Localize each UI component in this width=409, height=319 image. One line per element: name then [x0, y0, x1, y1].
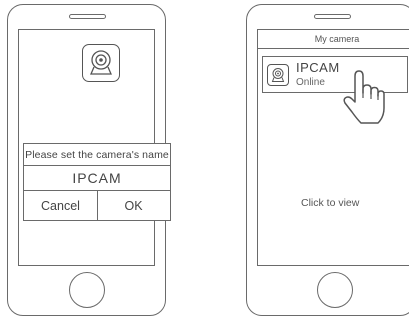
camera-icon [267, 64, 289, 86]
right-phone-home-button[interactable] [317, 272, 353, 308]
app-header: My camera [258, 30, 409, 49]
camera-status: Online [296, 77, 325, 88]
camera-name: IPCAM [296, 60, 340, 75]
click-to-view-hint: Click to view [301, 197, 360, 209]
right-phone: My camera IPCAM Online Click to view [246, 4, 409, 316]
camera-name-input[interactable]: IPCAM [24, 165, 170, 190]
set-name-dialog: Please set the camera's name IPCAM Cance… [23, 143, 171, 221]
dialog-title-row: Please set the camera's name [24, 144, 170, 165]
header-title: My camera [314, 34, 360, 44]
ok-button[interactable]: OK [97, 191, 170, 220]
cancel-button[interactable]: Cancel [24, 191, 98, 220]
right-phone-speaker [314, 14, 351, 19]
left-phone-speaker [69, 14, 106, 19]
camera-name-value: IPCAM [72, 170, 122, 186]
dialog-button-row: Cancel OK [24, 190, 170, 220]
left-phone-home-button[interactable] [69, 272, 105, 308]
camera-icon [82, 44, 120, 82]
left-phone-screen: Please set the camera's name IPCAM Cance… [18, 29, 171, 266]
cancel-label: Cancel [41, 198, 80, 213]
pointing-hand-icon [341, 68, 389, 131]
right-phone-screen: My camera IPCAM Online Click to view [257, 29, 409, 266]
dialog-title: Please set the camera's name [25, 148, 169, 161]
ok-label: OK [124, 198, 143, 213]
left-phone: Please set the camera's name IPCAM Cance… [7, 4, 171, 316]
